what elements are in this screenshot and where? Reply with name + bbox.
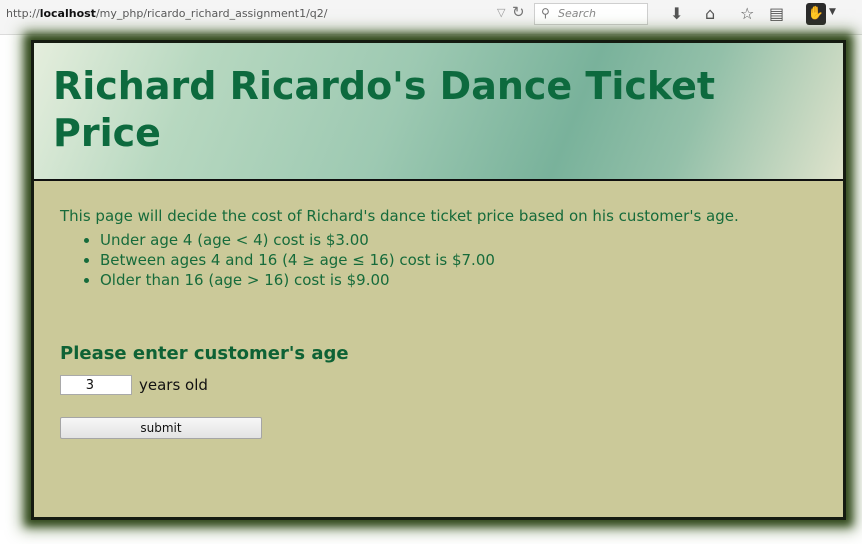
- address-bar[interactable]: http://localhost/my_php/ricardo_richard_…: [6, 7, 327, 20]
- page-header: Richard Ricardo's Dance Ticket Price: [34, 43, 843, 181]
- form-heading: Please enter customer's age: [60, 343, 349, 364]
- search-input[interactable]: ⚲ Search: [534, 3, 648, 25]
- search-placeholder: Search: [558, 7, 597, 20]
- reload-icon[interactable]: ↻: [512, 3, 525, 21]
- submit-button[interactable]: submit: [60, 417, 262, 439]
- home-icon[interactable]: ⌂: [705, 4, 715, 23]
- price-rules-list: Under age 4 (age < 4) cost is $3.00 Betw…: [60, 230, 817, 290]
- browser-toolbar: http://localhost/my_php/ricardo_richard_…: [0, 0, 862, 35]
- menu-caret-icon[interactable]: ▼: [829, 7, 836, 17]
- age-suffix-label: years old: [139, 376, 208, 394]
- page-title: Richard Ricardo's Dance Ticket Price: [53, 64, 716, 155]
- url-host: localhost: [39, 7, 96, 20]
- age-row: years old: [60, 374, 817, 396]
- intro-text: This page will decide the cost of Richar…: [60, 207, 739, 225]
- url-path: /my_php/ricardo_richard_assignment1/q2/: [95, 7, 328, 20]
- reader-view-icon[interactable]: ▤: [769, 4, 784, 23]
- price-rule-item: Between ages 4 and 16 (4 ≥ age ≤ 16) cos…: [100, 250, 817, 270]
- price-rule-item: Older than 16 (age > 16) cost is $9.00: [100, 270, 817, 290]
- bookmark-star-icon[interactable]: ☆: [740, 4, 754, 23]
- page-container: Richard Ricardo's Dance Ticket Price Thi…: [31, 40, 846, 520]
- age-input[interactable]: [60, 375, 132, 395]
- price-rule-item: Under age 4 (age < 4) cost is $3.00: [100, 230, 817, 250]
- download-icon[interactable]: ⬇: [670, 4, 683, 23]
- dropdown-arrow-icon[interactable]: ▽: [497, 6, 505, 19]
- page-content: This page will decide the cost of Richar…: [34, 181, 843, 439]
- url-prefix: http://: [6, 7, 40, 20]
- extension-icon[interactable]: ✋: [806, 3, 826, 25]
- search-icon: ⚲: [541, 6, 550, 20]
